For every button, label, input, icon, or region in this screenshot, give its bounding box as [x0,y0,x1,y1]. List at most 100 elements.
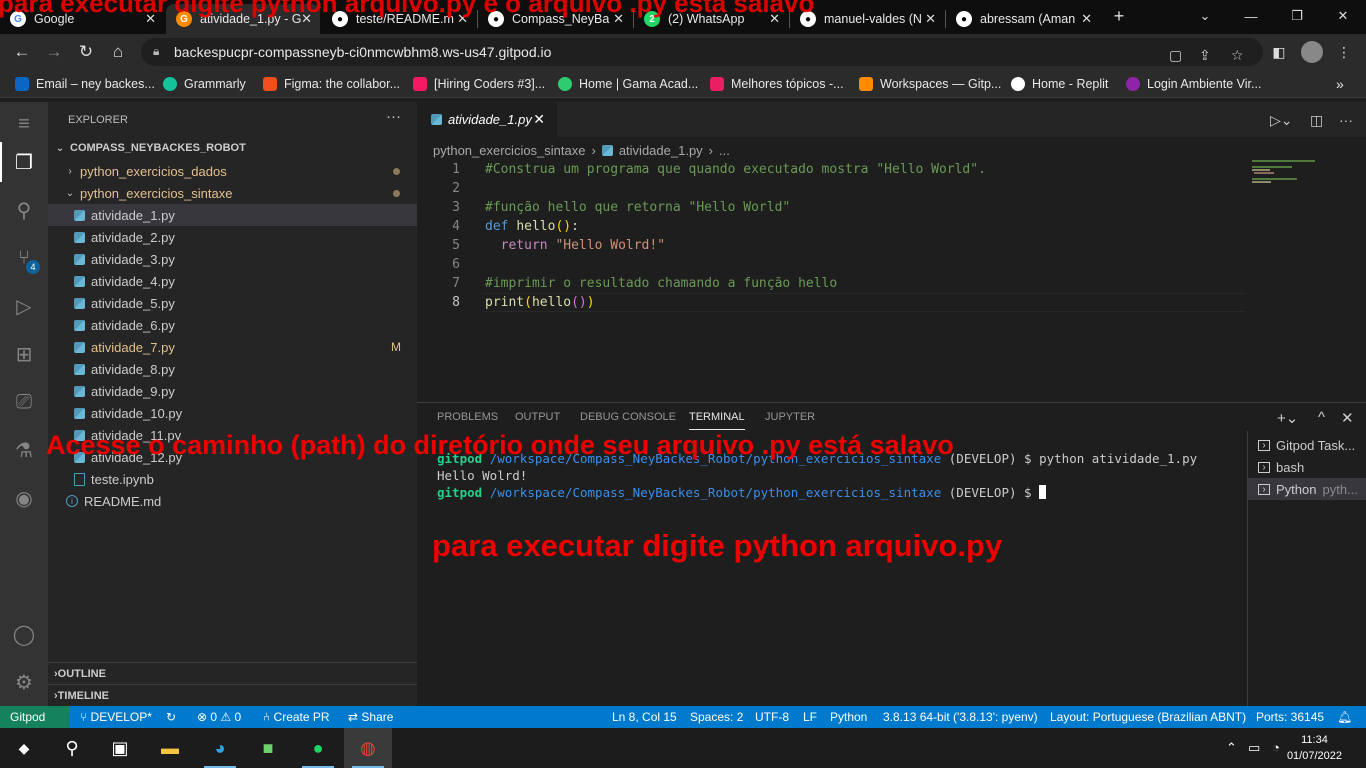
search-icon[interactable]: ⚲ [12,198,36,222]
close-window-icon[interactable]: ✕ [1320,0,1366,32]
terminal-item[interactable]: › Python pyth... [1248,478,1366,500]
restore-icon[interactable]: ❐ [1274,0,1320,32]
code-editor[interactable]: 1 2 3 4 5 6 7 8 #Construa um programa qu… [417,160,1252,398]
tab-terminal[interactable]: TERMINAL [689,411,745,430]
spotify-icon[interactable]: ● [294,728,342,768]
new-terminal-icon[interactable]: +⌄ [1277,409,1298,427]
file-item[interactable]: atividade_9.py [48,380,417,402]
file-item[interactable]: atividade_3.py [48,248,417,270]
file-item[interactable]: atividade_8.py [48,358,417,380]
back-arrow-icon[interactable]: ← [11,41,33,63]
account-icon[interactable]: ◯ [12,622,36,646]
sync-icon[interactable]: ↻ [166,710,176,724]
python-interpreter[interactable]: 3.8.13 64-bit ('3.8.13': pyenv) [883,710,1038,724]
close-icon[interactable]: ✕ [1081,11,1092,27]
outline-section[interactable]: › OUTLINE [48,662,417,684]
breadcrumb-file[interactable]: atividade_1.py [619,143,703,158]
timeline-section[interactable]: › TIMELINE [48,684,417,706]
more-actions-icon[interactable]: ··· [386,108,401,125]
bookmark-item[interactable]: Grammarly [163,75,246,93]
extensions-icon[interactable]: ⊞ [12,342,36,366]
terminal-item[interactable]: › bash [1248,456,1366,478]
system-clock[interactable]: 11:34 01/07/2022 [1287,732,1342,764]
create-pr-button[interactable]: ⑃ Create PR [263,710,330,724]
bell-icon[interactable]: 🔔︎ [1337,710,1352,724]
task-view-icon[interactable]: ▣ [96,728,144,768]
indentation[interactable]: Spaces: 2 [690,710,743,724]
tray-chevron-icon[interactable]: ⌃ [1226,740,1237,756]
close-icon[interactable]: ✕ [533,111,545,128]
terminal-item[interactable]: › Gitpod Task... [1248,434,1366,456]
more-actions-icon[interactable]: ··· [1339,112,1353,128]
bookmark-item[interactable]: Workspaces — Gitp... [859,75,1001,93]
ports-status[interactable]: Ports: 36145 [1256,710,1324,724]
bookmark-item[interactable]: [Hiring Coders #3]... [413,75,545,93]
file-item[interactable]: atividade_10.py [48,402,417,424]
search-icon[interactable]: ⚲ [48,728,96,768]
cursor-position[interactable]: Ln 8, Col 15 [612,710,677,724]
remote-explorer-icon[interactable]: ⎚ [12,390,36,414]
avatar[interactable] [1301,41,1323,63]
workspace-root[interactable]: ⌄ COMPASS_NEYBACKES_ROBOT [48,137,417,159]
bookmark-item[interactable]: Figma: the collabor... [263,75,400,93]
file-item[interactable]: atividade_4.py [48,270,417,292]
breadcrumb-symbol[interactable]: ... [719,143,730,158]
tab-output[interactable]: OUTPUT [515,411,560,423]
gear-icon[interactable]: ⚙ [12,670,36,694]
meet-icon[interactable]: ■ [244,728,292,768]
menu-kebab-icon[interactable]: ⋮ [1333,41,1355,63]
browser-tab-abressam[interactable]: ● abressam (Aman ✕ [946,4,1100,34]
language-mode[interactable]: Python [830,710,867,724]
url-bar[interactable]: 🔒︎ backespucpr-compassneyb-ci0nmcwbhm8.w… [141,38,1263,66]
bookmark-item[interactable]: Melhores tópicos -... [710,75,844,93]
reload-icon[interactable]: ↻ [75,41,97,63]
forward-arrow-icon[interactable]: → [43,41,65,63]
share-icon[interactable]: ⇪ [1199,47,1211,64]
run-icon[interactable]: ▷⌄ [1270,112,1293,129]
edge-icon[interactable]: ◕ [196,728,244,768]
open-in-app-icon[interactable]: ▢ [1169,47,1182,64]
file-item-modified[interactable]: atividade_7.py M [48,336,417,358]
menu-icon[interactable]: ≡ [12,112,36,136]
file-explorer-icon[interactable]: ▬ [146,728,194,768]
start-button-icon[interactable]: ◆ [0,728,48,768]
lock-icon[interactable]: 🔒︎ [153,44,159,59]
file-item[interactable]: atividade_5.py [48,292,417,314]
file-item[interactable]: atividade_1.py [48,204,417,226]
tab-search-icon[interactable]: ⌄ [1182,0,1228,32]
file-item[interactable]: i README.md [48,490,417,512]
explorer-icon[interactable]: ❐ [12,150,36,174]
url-text[interactable]: backespucpr-compassneyb-ci0nmcwbhm8.ws-u… [174,44,551,60]
problems-status[interactable]: ⊗ 0 ⚠ 0 [197,710,241,724]
line-ending[interactable]: LF [803,710,817,724]
gitpod-status[interactable]: Gitpod [0,706,70,728]
maximize-panel-icon[interactable]: ^ [1318,409,1325,426]
bookmark-item[interactable]: Login Ambiente Vir... [1126,75,1261,93]
wifi-icon[interactable]: ◔ [1272,740,1280,755]
terminal-line[interactable]: gitpod /workspace/Compass_NeyBackes_Robo… [437,485,1047,500]
file-item[interactable]: teste.ipynb [48,468,417,490]
testing-icon[interactable]: ⚗ [12,438,36,462]
minimize-icon[interactable]: — [1228,0,1274,32]
close-panel-icon[interactable]: ✕ [1341,409,1354,427]
folder-dados[interactable]: › python_exercicios_dados [48,160,417,182]
star-icon[interactable]: ☆ [1231,47,1244,64]
share-button[interactable]: ⇄ Share [348,710,393,724]
tab-problems[interactable]: PROBLEMS [437,411,498,423]
file-item[interactable]: atividade_2.py [48,226,417,248]
github-icon[interactable]: ◉ [12,486,36,510]
network-icon[interactable]: ▭ [1248,740,1260,756]
tab-debug-console[interactable]: DEBUG CONSOLE [580,411,676,423]
encoding[interactable]: UTF-8 [755,710,789,724]
new-tab-button[interactable]: + [1104,0,1134,32]
more-bookmarks-icon[interactable]: » [1336,75,1344,93]
editor-tab[interactable]: atividade_1.py ✕ [417,102,557,137]
run-debug-icon[interactable]: ▷ [12,294,36,318]
split-editor-icon[interactable]: ◫ [1310,112,1323,129]
keyboard-layout[interactable]: Layout: Portuguese (Brazilian ABNT) [1050,710,1246,724]
minimap[interactable] [1252,160,1352,190]
close-icon[interactable]: ✕ [925,11,936,27]
folder-sintaxe[interactable]: ⌄ python_exercicios_sintaxe [48,182,417,204]
tab-jupyter[interactable]: JUPYTER [765,411,815,423]
file-item[interactable]: atividade_6.py [48,314,417,336]
